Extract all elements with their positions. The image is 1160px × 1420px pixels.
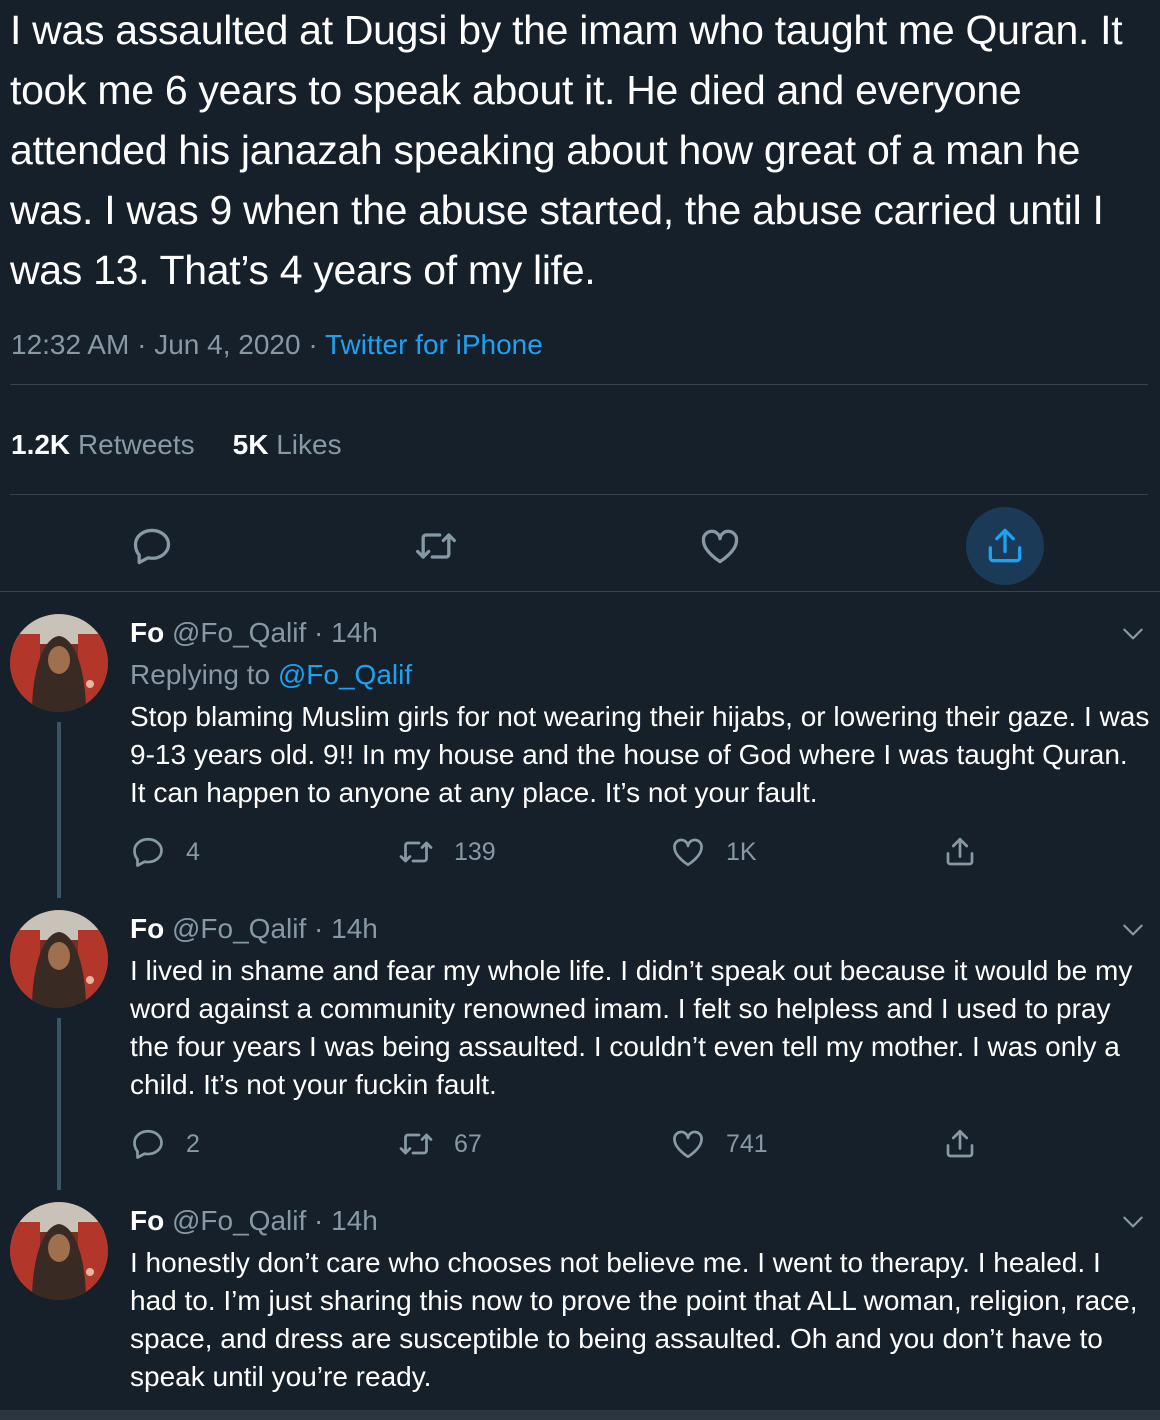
share-icon [946, 837, 974, 866]
avatar[interactable] [10, 910, 108, 1008]
tweet-text: I was assaulted at Dugsi by the imam who… [10, 7, 1123, 293]
like-count: 1K [726, 838, 757, 866]
chevron-down-icon[interactable] [1120, 1209, 1146, 1240]
replying-handle[interactable]: @Fo_Qalif [278, 659, 412, 690]
thread-line [57, 1018, 61, 1190]
like-count: 741 [726, 1130, 768, 1158]
retweet-icon [399, 841, 433, 863]
thread-line [57, 722, 61, 898]
author-name[interactable]: Fo [130, 617, 164, 648]
reply-header: Fo @Fo_Qalif · 14h [130, 617, 378, 648]
replying-to: Replying to @Fo_Qalif [130, 656, 412, 694]
tweet-meta: 12:32 AM · Jun 4, 2020 · Twitter for iPh… [11, 329, 543, 360]
reply-time[interactable]: 14h [331, 617, 378, 648]
tweet-date[interactable]: Jun 4, 2020 [154, 329, 300, 360]
likes-stat[interactable]: 5K Likes [233, 429, 342, 460]
like-icon [673, 838, 703, 867]
divider [0, 591, 1160, 592]
chevron-down-icon[interactable] [1120, 917, 1146, 948]
author-handle[interactable]: @Fo_Qalif [172, 1205, 306, 1236]
tweet-stats: 1.2K Retweets 5K Likes [11, 425, 342, 465]
reply-header: Fo @Fo_Qalif · 14h [130, 1205, 378, 1236]
author-name[interactable]: Fo [130, 913, 164, 944]
retweet-icon [399, 1133, 433, 1155]
reply-icon[interactable] [130, 524, 174, 573]
retweet-count: 139 [454, 838, 496, 866]
author-name[interactable]: Fo [130, 1205, 164, 1236]
bottom-edge [0, 1410, 1160, 1420]
replying-label: Replying to [130, 659, 271, 690]
reply-text: I honestly don’t care who chooses not be… [130, 1247, 1138, 1392]
share-icon [946, 1129, 974, 1158]
divider [10, 494, 1148, 495]
reply-time[interactable]: 14h [331, 1205, 378, 1236]
reply-text: I lived in shame and fear my whole life.… [130, 955, 1133, 1100]
reply-text: Stop blaming Muslim girls for not wearin… [130, 701, 1150, 808]
author-handle[interactable]: @Fo_Qalif [172, 913, 306, 944]
reply-count: 2 [186, 1130, 200, 1158]
reply-header: Fo @Fo_Qalif · 14h [130, 913, 378, 944]
reply-icon [133, 837, 163, 867]
tweet-source[interactable]: Twitter for iPhone [325, 329, 543, 360]
retweet-count: 67 [454, 1130, 482, 1158]
retweets-stat[interactable]: 1.2K Retweets [11, 429, 195, 460]
likes-label: Likes [276, 429, 342, 460]
chevron-down-icon[interactable] [1120, 621, 1146, 652]
retweet-icon[interactable] [414, 524, 458, 573]
reply-icon [133, 1129, 163, 1159]
divider [10, 384, 1148, 385]
avatar[interactable] [10, 1202, 108, 1300]
avatar[interactable] [10, 614, 108, 712]
retweets-count: 1.2K [11, 429, 71, 460]
share-icon[interactable] [983, 524, 1027, 573]
likes-count: 5K [232, 429, 269, 460]
reply-time[interactable]: 14h [331, 913, 378, 944]
tweet-time[interactable]: 12:32 AM [11, 329, 129, 360]
reply-count: 4 [186, 838, 200, 866]
like-icon[interactable] [698, 524, 742, 573]
retweets-label: Retweets [77, 429, 195, 460]
author-handle[interactable]: @Fo_Qalif [172, 617, 306, 648]
like-icon [673, 1130, 703, 1159]
